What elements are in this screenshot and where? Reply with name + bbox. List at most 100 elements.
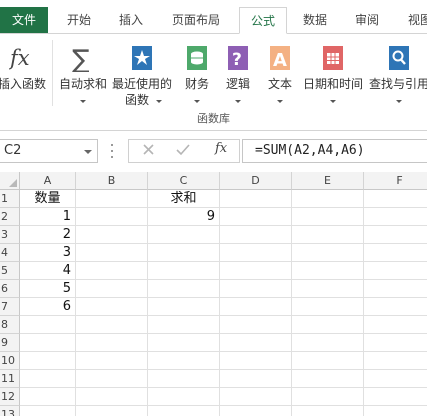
cell-f6[interactable] (364, 280, 427, 298)
recently-used-button[interactable]: 最近使用的 函数 (110, 38, 174, 110)
cell-a9[interactable] (20, 334, 76, 352)
cell-e6[interactable] (292, 280, 364, 298)
cell-a12[interactable] (20, 388, 76, 406)
cell-d5[interactable] (220, 262, 292, 280)
cell-f2[interactable] (364, 208, 427, 226)
cell-f5[interactable] (364, 262, 427, 280)
cell-b10[interactable] (76, 352, 148, 370)
cell-f1[interactable] (364, 190, 427, 208)
row-header-10[interactable]: 10 (0, 352, 20, 370)
cell-f9[interactable] (364, 334, 427, 352)
cell-c11[interactable] (148, 370, 220, 388)
cell-a7[interactable]: 6 (20, 298, 76, 316)
cell-c1[interactable]: 求和 (148, 190, 220, 208)
cell-f4[interactable] (364, 244, 427, 262)
cell-a5[interactable]: 4 (20, 262, 76, 280)
cell-f13[interactable] (364, 406, 427, 416)
cell-d9[interactable] (220, 334, 292, 352)
tab-insert[interactable]: 插入 (110, 7, 152, 33)
row-header-5[interactable]: 5 (0, 262, 20, 280)
cell-d8[interactable] (220, 316, 292, 334)
cell-c7[interactable] (148, 298, 220, 316)
cell-f10[interactable] (364, 352, 427, 370)
cell-f7[interactable] (364, 298, 427, 316)
cell-a11[interactable] (20, 370, 76, 388)
cell-e7[interactable] (292, 298, 364, 316)
cancel-icon[interactable] (141, 141, 157, 163)
cell-d4[interactable] (220, 244, 292, 262)
cell-e13[interactable] (292, 406, 364, 416)
row-header-12[interactable]: 12 (0, 388, 20, 406)
autosum-button[interactable]: ∑ 自动求和 (56, 38, 110, 110)
chevron-down-icon[interactable] (84, 150, 92, 154)
cell-a4[interactable]: 3 (20, 244, 76, 262)
cell-f12[interactable] (364, 388, 427, 406)
tab-page-layout[interactable]: 页面布局 (164, 7, 228, 33)
column-header-c[interactable]: C (148, 172, 220, 190)
cell-b8[interactable] (76, 316, 148, 334)
cell-b12[interactable] (76, 388, 148, 406)
row-header-1[interactable]: 1 (0, 190, 20, 208)
cell-f8[interactable] (364, 316, 427, 334)
insert-function-fx-icon[interactable]: fx (215, 141, 227, 156)
row-header-4[interactable]: 4 (0, 244, 20, 262)
cell-c3[interactable] (148, 226, 220, 244)
row-header-9[interactable]: 9 (0, 334, 20, 352)
row-header-11[interactable]: 11 (0, 370, 20, 388)
cell-b13[interactable] (76, 406, 148, 416)
cell-c2[interactable]: 9 (148, 208, 220, 226)
column-header-d[interactable]: D (220, 172, 292, 190)
cell-b2[interactable] (76, 208, 148, 226)
row-header-3[interactable]: 3 (0, 226, 20, 244)
tab-view[interactable]: 视图 (400, 7, 427, 33)
cell-c12[interactable] (148, 388, 220, 406)
tab-file[interactable]: 文件 (0, 7, 48, 33)
cell-d12[interactable] (220, 388, 292, 406)
cell-c6[interactable] (148, 280, 220, 298)
cell-c13[interactable] (148, 406, 220, 416)
cell-f11[interactable] (364, 370, 427, 388)
cell-b5[interactable] (76, 262, 148, 280)
cell-e1[interactable] (292, 190, 364, 208)
cell-b1[interactable] (76, 190, 148, 208)
cell-d7[interactable] (220, 298, 292, 316)
tab-data[interactable]: 数据 (295, 7, 335, 33)
row-header-2[interactable]: 2 (0, 208, 20, 226)
cell-e9[interactable] (292, 334, 364, 352)
cell-a8[interactable] (20, 316, 76, 334)
text-button[interactable]: A 文本 (262, 38, 298, 110)
formula-bar-grip-icon[interactable] (111, 144, 113, 158)
cell-c10[interactable] (148, 352, 220, 370)
row-header-8[interactable]: 8 (0, 316, 20, 334)
column-header-b[interactable]: B (76, 172, 148, 190)
cell-e4[interactable] (292, 244, 364, 262)
date-time-button[interactable]: 日期和时间 (300, 38, 366, 110)
enter-icon[interactable] (175, 141, 191, 163)
insert-function-button[interactable]: fx 插入函数 (0, 38, 50, 110)
cell-b11[interactable] (76, 370, 148, 388)
cell-b4[interactable] (76, 244, 148, 262)
cell-d11[interactable] (220, 370, 292, 388)
column-header-a[interactable]: A (20, 172, 76, 190)
column-header-f[interactable]: F (364, 172, 427, 190)
cell-c5[interactable] (148, 262, 220, 280)
row-header-7[interactable]: 7 (0, 298, 20, 316)
cell-a10[interactable] (20, 352, 76, 370)
cell-e8[interactable] (292, 316, 364, 334)
financial-button[interactable]: 财务 (178, 38, 216, 110)
cell-d3[interactable] (220, 226, 292, 244)
lookup-reference-button[interactable]: 查找与引用 (366, 38, 427, 110)
formula-input[interactable]: =SUM(A2,A4,A6) (242, 139, 427, 163)
tab-formulas[interactable]: 公式 (239, 7, 287, 34)
cell-e12[interactable] (292, 388, 364, 406)
cell-c9[interactable] (148, 334, 220, 352)
cell-a6[interactable]: 5 (20, 280, 76, 298)
name-box[interactable]: C2 (0, 139, 98, 163)
cell-c8[interactable] (148, 316, 220, 334)
cell-f3[interactable] (364, 226, 427, 244)
row-header-13[interactable]: 13 (0, 406, 20, 416)
cell-d10[interactable] (220, 352, 292, 370)
cell-e5[interactable] (292, 262, 364, 280)
column-header-e[interactable]: E (292, 172, 364, 190)
cell-b3[interactable] (76, 226, 148, 244)
